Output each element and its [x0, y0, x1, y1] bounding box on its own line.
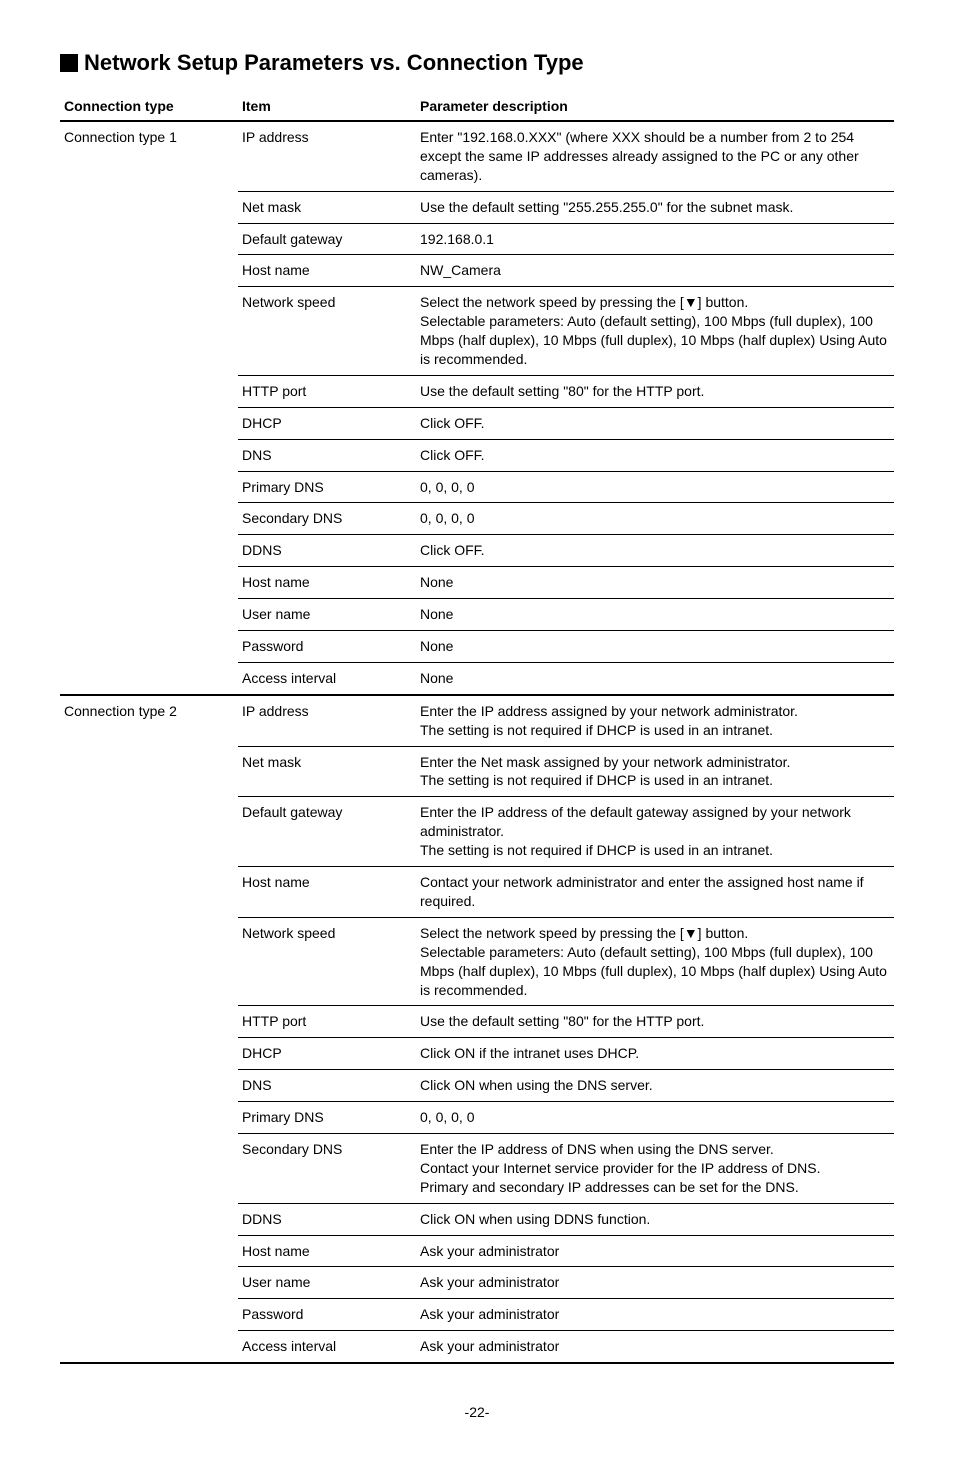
description-cell: Enter the IP address assigned by your ne… [416, 695, 894, 746]
description-cell: Ask your administrator [416, 1299, 894, 1331]
item-cell: Access interval [238, 662, 416, 694]
description-cell: Click OFF. [416, 407, 894, 439]
col-header-description: Parameter description [416, 92, 894, 121]
heading-text: Network Setup Parameters vs. Connection … [84, 50, 584, 75]
description-cell: Enter the Net mask assigned by your netw… [416, 746, 894, 797]
description-cell: Use the default setting "80" for the HTT… [416, 375, 894, 407]
item-cell: DHCP [238, 407, 416, 439]
item-cell: Net mask [238, 191, 416, 223]
parameters-table: Connection type Item Parameter descripti… [60, 92, 894, 1364]
description-cell: Click ON when using DDNS function. [416, 1203, 894, 1235]
description-cell: Click ON when using the DNS server. [416, 1070, 894, 1102]
item-cell: Default gateway [238, 797, 416, 867]
item-cell: Network speed [238, 287, 416, 376]
description-cell: Use the default setting "255.255.255.0" … [416, 191, 894, 223]
item-cell: Secondary DNS [238, 503, 416, 535]
connection-type-cell: Connection type 1 [60, 121, 238, 695]
item-cell: Host name [238, 867, 416, 918]
page-number: -22- [60, 1404, 894, 1420]
description-cell: 0, 0, 0, 0 [416, 471, 894, 503]
square-icon [60, 54, 78, 72]
description-cell: Ask your administrator [416, 1235, 894, 1267]
description-cell: 192.168.0.1 [416, 223, 894, 255]
item-cell: Host name [238, 255, 416, 287]
table-row: Connection type 2IP addressEnter the IP … [60, 695, 894, 746]
item-cell: Net mask [238, 746, 416, 797]
description-cell: Enter the IP address of DNS when using t… [416, 1133, 894, 1203]
description-cell: Click ON if the intranet uses DHCP. [416, 1038, 894, 1070]
description-cell: 0, 0, 0, 0 [416, 1102, 894, 1134]
description-cell: Enter "192.168.0.XXX" (where XXX should … [416, 121, 894, 191]
description-cell: None [416, 567, 894, 599]
description-cell: Use the default setting "80" for the HTT… [416, 1006, 894, 1038]
description-cell: None [416, 662, 894, 694]
item-cell: HTTP port [238, 375, 416, 407]
item-cell: Secondary DNS [238, 1133, 416, 1203]
item-cell: Host name [238, 1235, 416, 1267]
item-cell: User name [238, 1267, 416, 1299]
item-cell: Default gateway [238, 223, 416, 255]
description-cell: Select the network speed by pressing the… [416, 287, 894, 376]
description-cell: Select the network speed by pressing the… [416, 917, 894, 1006]
section-heading: Network Setup Parameters vs. Connection … [60, 50, 894, 76]
item-cell: Password [238, 1299, 416, 1331]
item-cell: Primary DNS [238, 471, 416, 503]
description-cell: NW_Camera [416, 255, 894, 287]
description-cell: Ask your administrator [416, 1267, 894, 1299]
description-cell: None [416, 631, 894, 663]
item-cell: User name [238, 599, 416, 631]
description-cell: Click OFF. [416, 439, 894, 471]
item-cell: IP address [238, 121, 416, 191]
description-cell: Contact your network administrator and e… [416, 867, 894, 918]
description-cell: None [416, 599, 894, 631]
item-cell: Host name [238, 567, 416, 599]
item-cell: Primary DNS [238, 1102, 416, 1134]
description-cell: Ask your administrator [416, 1331, 894, 1363]
connection-type-cell: Connection type 2 [60, 695, 238, 1363]
item-cell: Password [238, 631, 416, 663]
col-header-connection: Connection type [60, 92, 238, 121]
description-cell: Enter the IP address of the default gate… [416, 797, 894, 867]
item-cell: DNS [238, 1070, 416, 1102]
item-cell: IP address [238, 695, 416, 746]
item-cell: DDNS [238, 1203, 416, 1235]
table-row: Connection type 1IP addressEnter "192.16… [60, 121, 894, 191]
item-cell: Access interval [238, 1331, 416, 1363]
item-cell: DHCP [238, 1038, 416, 1070]
description-cell: 0, 0, 0, 0 [416, 503, 894, 535]
description-cell: Click OFF. [416, 535, 894, 567]
col-header-item: Item [238, 92, 416, 121]
item-cell: Network speed [238, 917, 416, 1006]
item-cell: DNS [238, 439, 416, 471]
item-cell: DDNS [238, 535, 416, 567]
item-cell: HTTP port [238, 1006, 416, 1038]
